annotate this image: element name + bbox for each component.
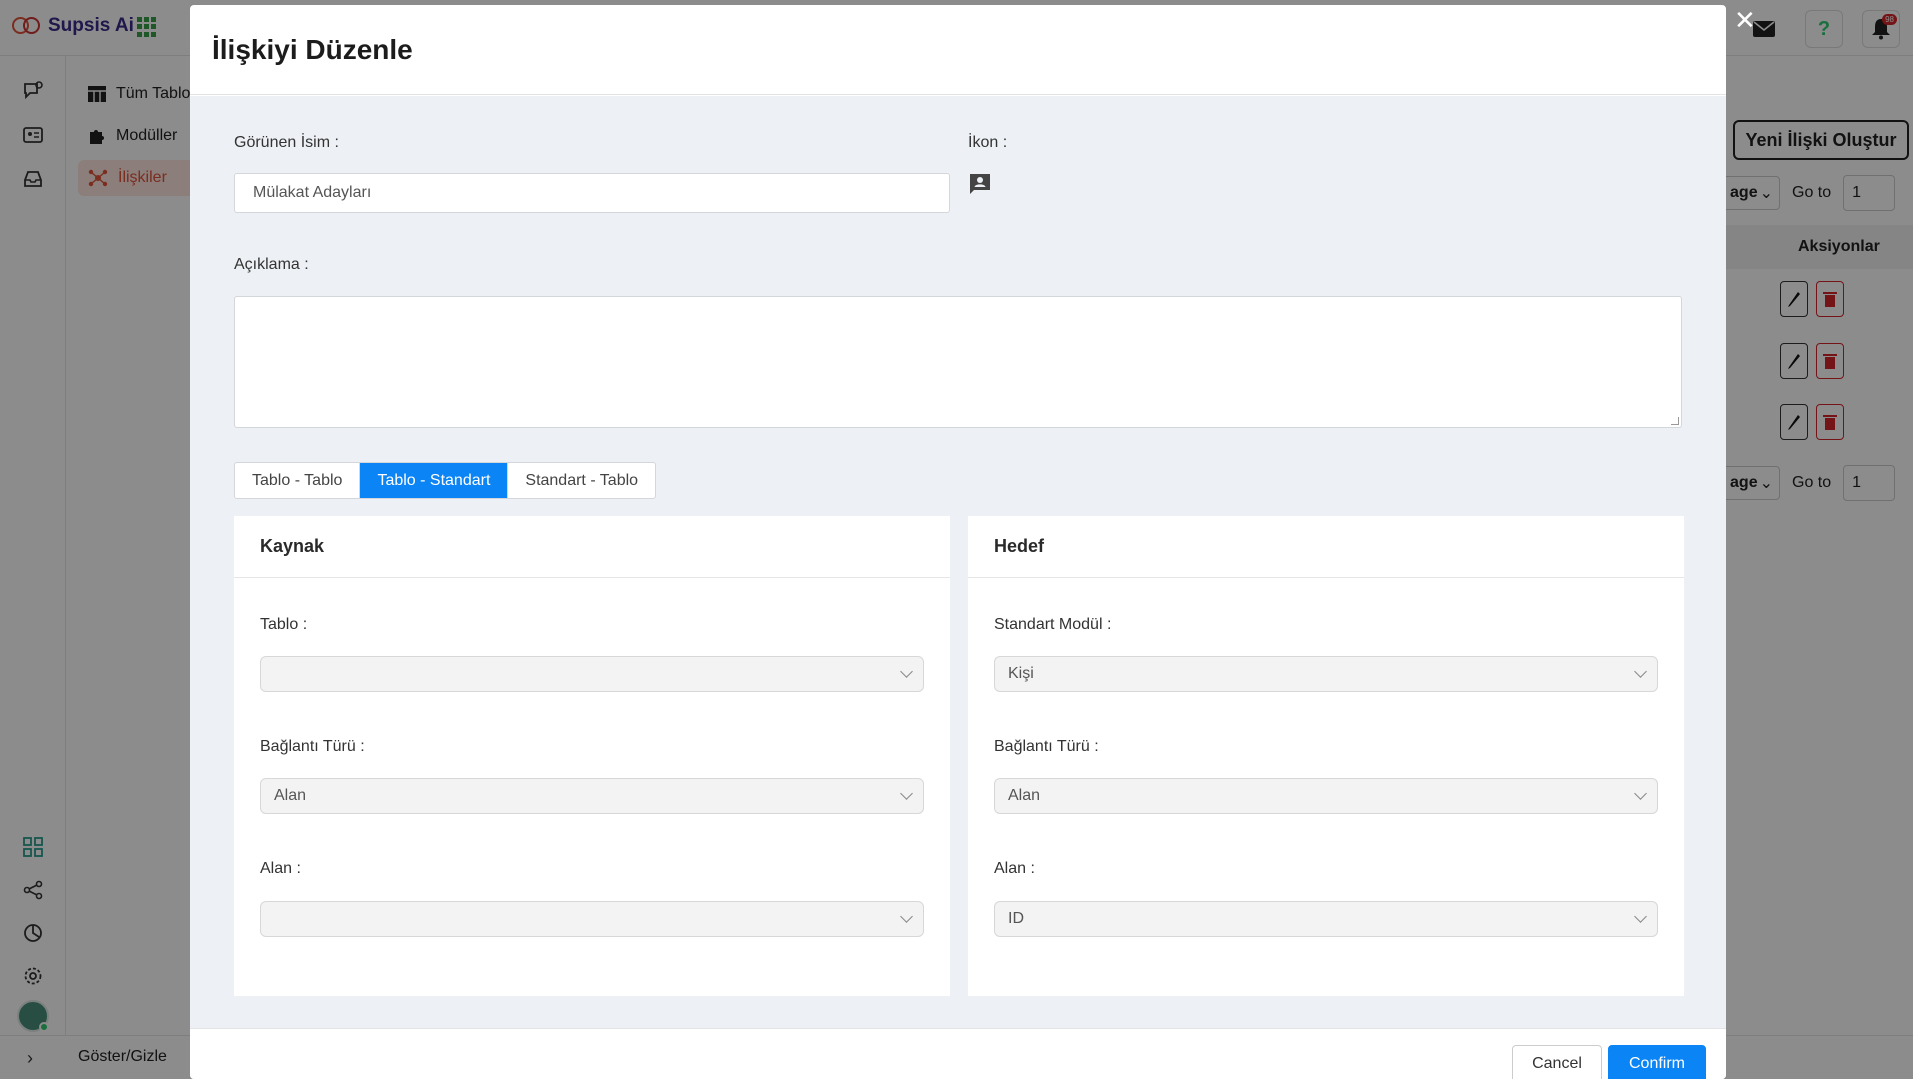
source-table-select[interactable] — [260, 656, 924, 692]
chevron-down-icon — [900, 910, 913, 923]
target-field-select[interactable]: ID — [994, 901, 1658, 937]
source-panel: Kaynak Tablo : Bağlantı Türü : Alan Alan… — [234, 516, 950, 996]
modal-footer: Cancel Confirm — [190, 1028, 1726, 1079]
relation-type-tabs: Tablo - Tablo Tablo - Standart Standart … — [234, 462, 657, 499]
target-panel: Hedef Standart Modül : Kişi Bağlantı Tür… — [968, 516, 1684, 996]
chevron-down-icon — [1634, 665, 1647, 678]
modal-header: İlişkiyi Düzenle — [190, 5, 1726, 95]
display-name-label: Görünen İsim : — [234, 134, 339, 151]
target-standard-module-select[interactable]: Kişi — [994, 656, 1658, 692]
source-connection-type-label: Bağlantı Türü : — [260, 738, 365, 755]
confirm-button[interactable]: Confirm — [1608, 1045, 1706, 1079]
chevron-down-icon — [900, 787, 913, 800]
source-table-label: Tablo : — [260, 616, 308, 633]
icon-label: İkon : — [968, 134, 1008, 151]
source-field-label: Alan : — [260, 860, 301, 877]
close-icon[interactable]: ✕ — [1734, 7, 1756, 33]
description-label: Açıklama : — [234, 256, 309, 273]
description-textarea[interactable] — [234, 296, 1682, 428]
target-field-label: Alan : — [994, 860, 1035, 877]
source-connection-type-select[interactable]: Alan — [260, 778, 924, 814]
target-standard-module-label: Standart Modül : — [994, 616, 1112, 633]
chevron-down-icon — [1634, 910, 1647, 923]
target-connection-type-select[interactable]: Alan — [994, 778, 1658, 814]
tab-table-standard[interactable]: Tablo - Standart — [360, 463, 509, 498]
tab-table-table[interactable]: Tablo - Tablo — [235, 463, 361, 498]
target-connection-type-label: Bağlantı Türü : — [994, 738, 1099, 755]
target-panel-title: Hedef — [968, 516, 1684, 578]
source-panel-title: Kaynak — [234, 516, 950, 578]
modal-body: Görünen İsim : Mülakat Adayları İkon : A… — [190, 96, 1726, 1028]
edit-relation-modal: İlişkiyi Düzenle Görünen İsim : Mülakat … — [190, 5, 1726, 1079]
chevron-down-icon — [1634, 787, 1647, 800]
chat-person-icon[interactable] — [968, 172, 992, 196]
tab-standard-table[interactable]: Standart - Tablo — [508, 463, 655, 498]
resize-handle-icon[interactable] — [1671, 417, 1679, 425]
chevron-down-icon — [900, 665, 913, 678]
source-field-select[interactable] — [260, 901, 924, 937]
display-name-input[interactable]: Mülakat Adayları — [234, 173, 950, 213]
modal-title: İlişkiyi Düzenle — [212, 33, 413, 65]
cancel-button[interactable]: Cancel — [1512, 1045, 1602, 1079]
